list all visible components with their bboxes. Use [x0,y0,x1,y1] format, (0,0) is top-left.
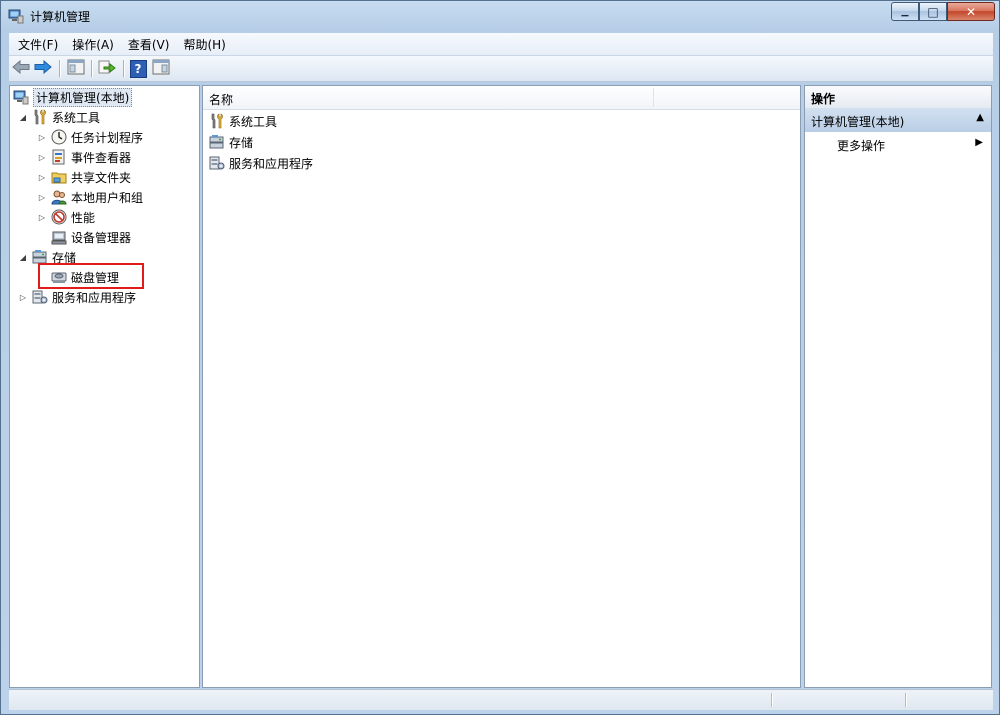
computer-management-icon [8,8,24,24]
services-apps-icon [209,155,225,171]
clock-icon [51,129,67,145]
disk-management-highlight [38,263,144,289]
status-divider [905,693,907,707]
collapsed-arrow-icon[interactable]: ▷ [37,172,47,182]
toolbar-separator [123,60,125,77]
menu-action[interactable]: 操作(A) [67,36,119,53]
close-icon: ✕ [965,4,977,19]
shared-folder-icon [51,169,67,185]
minimize-icon: ▁ [901,6,909,17]
show-hide-console-tree-button[interactable] [66,59,86,78]
toolbar-separator [59,60,61,77]
list-item-label: 存储 [229,135,254,150]
show-hide-action-pane-icon [152,59,170,78]
services-apps-icon [32,289,48,305]
window-title: 计算机管理 [30,10,91,24]
computer-management-icon [13,89,29,105]
collapsed-arrow-icon[interactable]: ▷ [37,192,47,202]
users-icon [51,189,67,205]
title-bar[interactable]: 计算机管理 ▁ □ ✕ [1,1,999,31]
collapsed-arrow-icon[interactable]: ▷ [18,292,28,302]
export-list-button[interactable] [97,59,117,78]
collapsed-arrow-icon[interactable]: ▷ [37,152,47,162]
tree-item-shared-folders[interactable]: ▷ 共享文件夹 [37,167,131,187]
status-divider [771,693,773,707]
storage-icon [209,134,225,150]
forward-arrow-icon [34,59,52,77]
export-list-icon [98,59,116,78]
tree-item-device-manager[interactable]: 设备管理器 [51,227,131,247]
tree-item-performance[interactable]: ▷ 性能 [37,207,95,227]
tree-item-label: 任务计划程序 [71,130,144,145]
more-actions-link[interactable]: 更多操作 [837,137,885,154]
tree-item-services-apps[interactable]: ▷ 服务和应用程序 [18,287,136,307]
tree-item-label: 共享文件夹 [71,170,132,185]
tree-item-label: 事件查看器 [71,150,132,165]
tree-item-label: 系统工具 [52,110,101,125]
tree-item-root[interactable]: 计算机管理(本地) [13,87,133,107]
tree-item-label: 性能 [71,210,96,225]
status-bar [9,689,993,710]
close-button[interactable]: ✕ [947,2,995,21]
toolbar: ? [9,56,993,82]
tree-item-label: 服务和应用程序 [52,290,137,305]
toolbar-separator [91,60,93,77]
column-divider[interactable] [653,88,654,107]
tree-item-label: 设备管理器 [71,230,132,245]
back-button[interactable] [11,59,31,78]
performance-icon [51,209,67,225]
column-header-name[interactable]: 名称 [209,91,233,108]
help-icon: ? [129,59,147,78]
system-tools-icon [32,109,48,125]
menu-file[interactable]: 文件(F) [13,36,63,53]
result-list-pane[interactable]: 名称 系统工具 存储 服务和应用程序 [202,85,801,688]
tree-item-task-scheduler[interactable]: ▷ 任务计划程序 [37,127,143,147]
tree-item-local-users-groups[interactable]: ▷ 本地用户和组 [37,187,143,207]
list-item-label: 服务和应用程序 [229,156,314,171]
action-pane[interactable]: 操作 计算机管理(本地) ▲ 更多操作 ▶ [804,85,992,688]
show-hide-action-pane-button[interactable] [151,59,171,78]
show-hide-console-tree-icon [67,59,85,78]
device-manager-icon [51,229,67,245]
tree-item-system-tools[interactable]: ◢ 系统工具 [18,107,100,127]
list-item[interactable]: 存储 [209,132,253,152]
forward-button[interactable] [33,59,53,78]
collapsed-arrow-icon[interactable]: ▷ [37,132,47,142]
event-viewer-icon [51,149,67,165]
menu-help[interactable]: 帮助(H) [178,36,230,53]
list-item[interactable]: 服务和应用程序 [209,153,313,173]
system-tools-icon [209,113,225,129]
tree-item-label: 本地用户和组 [71,190,144,205]
action-pane-header: 操作 [805,86,991,109]
submenu-arrow-icon[interactable]: ▶ [975,137,983,148]
console-tree-pane[interactable]: 计算机管理(本地) ◢ 系统工具 ▷ 任务计划程序 ▷ 事件查看器 ▷ 共享文件… [9,85,200,688]
computer-management-window: 计算机管理 ▁ □ ✕ 文件(F) 操作(A) 查看(V) 帮助(H) ? 计算… [0,0,1000,715]
collapsed-arrow-icon[interactable]: ▷ [37,212,47,222]
maximize-icon: □ [927,4,939,19]
help-button[interactable]: ? [128,59,148,78]
list-column-header: 名称 [203,86,800,110]
menu-view[interactable]: 查看(V) [123,36,175,53]
back-arrow-icon [12,59,30,77]
menu-bar: 文件(F) 操作(A) 查看(V) 帮助(H) [9,33,993,56]
expanded-arrow-icon[interactable]: ◢ [18,112,28,122]
maximize-button[interactable]: □ [919,2,947,21]
action-pane-title: 操作 [811,92,836,106]
minimize-button[interactable]: ▁ [891,2,919,21]
action-section-label: 计算机管理(本地) [811,115,905,129]
collapse-up-icon[interactable]: ▲ [976,112,984,123]
action-section-computer-management[interactable]: 计算机管理(本地) ▲ [805,108,991,132]
expanded-arrow-icon[interactable]: ◢ [18,252,28,262]
tree-item-event-viewer[interactable]: ▷ 事件查看器 [37,147,131,167]
list-item-label: 系统工具 [229,114,278,129]
tree-item-label: 计算机管理(本地) [33,87,133,107]
list-item[interactable]: 系统工具 [209,111,277,131]
